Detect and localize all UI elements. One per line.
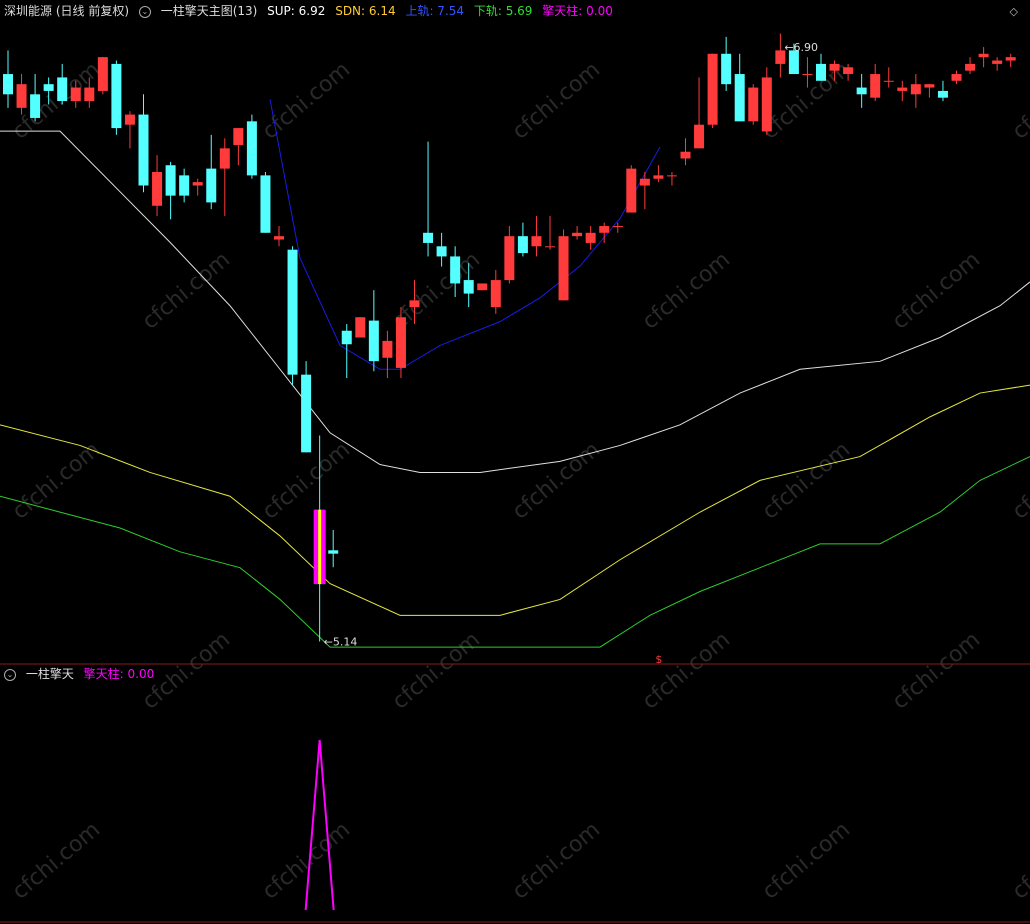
candle-body bbox=[531, 236, 542, 247]
candle-body bbox=[463, 280, 474, 294]
candle-body bbox=[666, 175, 677, 177]
period-label: (日线 前复权) bbox=[55, 4, 130, 18]
pillar-candle-stripe bbox=[318, 509, 322, 585]
candle-body bbox=[138, 114, 149, 186]
candle-body bbox=[558, 236, 569, 301]
candle-body bbox=[490, 280, 501, 308]
candle-body bbox=[951, 74, 962, 81]
indicator-name[interactable]: 一柱擎天主图(13) bbox=[161, 4, 258, 18]
candle-body bbox=[16, 84, 27, 108]
candle-body bbox=[856, 87, 867, 95]
candle-body bbox=[43, 84, 54, 91]
candle-body bbox=[545, 246, 555, 248]
sub-pillar-value: 擎天柱: 0.00 bbox=[83, 667, 155, 681]
candle-body bbox=[355, 317, 366, 338]
candle-body bbox=[206, 168, 217, 203]
candle-body bbox=[287, 249, 298, 375]
candle-body bbox=[368, 320, 379, 362]
candle-body bbox=[802, 74, 813, 76]
candle-body bbox=[219, 148, 230, 169]
candle-body bbox=[572, 232, 583, 237]
sdn-value: SDN: 6.14 bbox=[335, 4, 396, 18]
candle-body bbox=[599, 226, 610, 233]
candle-body bbox=[517, 236, 528, 254]
candle-body bbox=[965, 63, 976, 71]
candle-body bbox=[612, 226, 623, 228]
candle-body bbox=[1005, 57, 1016, 61]
candle-body bbox=[910, 84, 921, 95]
candle-body bbox=[680, 151, 691, 159]
diamond-icon[interactable]: ◇ bbox=[1010, 5, 1018, 18]
candle-body bbox=[57, 77, 68, 102]
candle-body bbox=[274, 236, 284, 240]
candle-body bbox=[639, 178, 650, 186]
candle-body bbox=[179, 175, 190, 196]
candle-body bbox=[843, 67, 854, 75]
candle-body bbox=[721, 53, 732, 85]
candle-body bbox=[301, 374, 312, 453]
candle-body bbox=[816, 63, 826, 81]
price-label: ←5.14 bbox=[324, 635, 358, 648]
candle-body bbox=[883, 80, 894, 82]
candle-body bbox=[409, 300, 420, 308]
candle-body bbox=[341, 330, 352, 345]
candle-body bbox=[246, 121, 257, 176]
candle-body bbox=[192, 182, 203, 186]
candle-body bbox=[978, 53, 989, 58]
sup-value: SUP: 6.92 bbox=[267, 4, 326, 18]
candle-body bbox=[30, 94, 41, 118]
candle-body bbox=[761, 77, 772, 132]
sub-indicator-menu-icon[interactable]: ⌄ bbox=[4, 668, 16, 681]
candle-body bbox=[97, 57, 108, 91]
price-chart: cfchi.com cfchi.com cfchi.com cfchi.comcfch… bbox=[0, 0, 1030, 924]
candle-body bbox=[395, 317, 406, 368]
candle-body bbox=[924, 84, 935, 88]
stock-name[interactable]: 深圳能源 bbox=[4, 4, 52, 18]
candle-body bbox=[694, 124, 705, 149]
candle-body bbox=[829, 63, 840, 71]
candle-body bbox=[477, 283, 488, 291]
candle-body bbox=[124, 114, 135, 125]
candle-body bbox=[84, 87, 95, 102]
candle-body bbox=[382, 340, 393, 358]
candle-body bbox=[897, 87, 908, 91]
candle-body bbox=[450, 256, 461, 284]
lower-band-value: 下轨: 5.69 bbox=[473, 4, 533, 18]
sub-header: ⌄ 一柱擎天 擎天柱: 0.00 bbox=[4, 666, 160, 682]
candle-body bbox=[870, 74, 881, 98]
candle-body bbox=[626, 168, 637, 213]
candle-body bbox=[653, 175, 664, 179]
candle-body bbox=[423, 232, 434, 243]
upper-band-value: 上轨: 7.54 bbox=[405, 4, 465, 18]
sub-indicator-name[interactable]: 一柱擎天 bbox=[26, 667, 74, 681]
candle-body bbox=[504, 236, 515, 281]
main-header: 深圳能源 (日线 前复权) ⌄ 一柱擎天主图(13) SUP: 6.92 SDN… bbox=[4, 3, 619, 19]
candle-body bbox=[328, 550, 339, 554]
candle-body bbox=[70, 87, 81, 102]
pillar-value: 擎天柱: 0.00 bbox=[542, 4, 613, 18]
candle-body bbox=[111, 63, 122, 129]
candle-body bbox=[233, 128, 244, 145]
candle-body bbox=[992, 60, 1003, 64]
candle-body bbox=[937, 90, 948, 98]
candle-body bbox=[734, 74, 745, 122]
candle-body bbox=[585, 232, 596, 243]
indicator-menu-icon[interactable]: ⌄ bbox=[138, 5, 151, 18]
candle-body bbox=[152, 171, 163, 206]
candle-body bbox=[748, 87, 759, 122]
candle-body bbox=[707, 53, 718, 125]
price-label: ←6.90 bbox=[784, 41, 818, 54]
candle-body bbox=[165, 165, 176, 196]
candle-body bbox=[3, 74, 13, 95]
chart-background bbox=[0, 0, 1030, 924]
candle-body bbox=[260, 175, 271, 233]
candle-body bbox=[436, 246, 447, 257]
